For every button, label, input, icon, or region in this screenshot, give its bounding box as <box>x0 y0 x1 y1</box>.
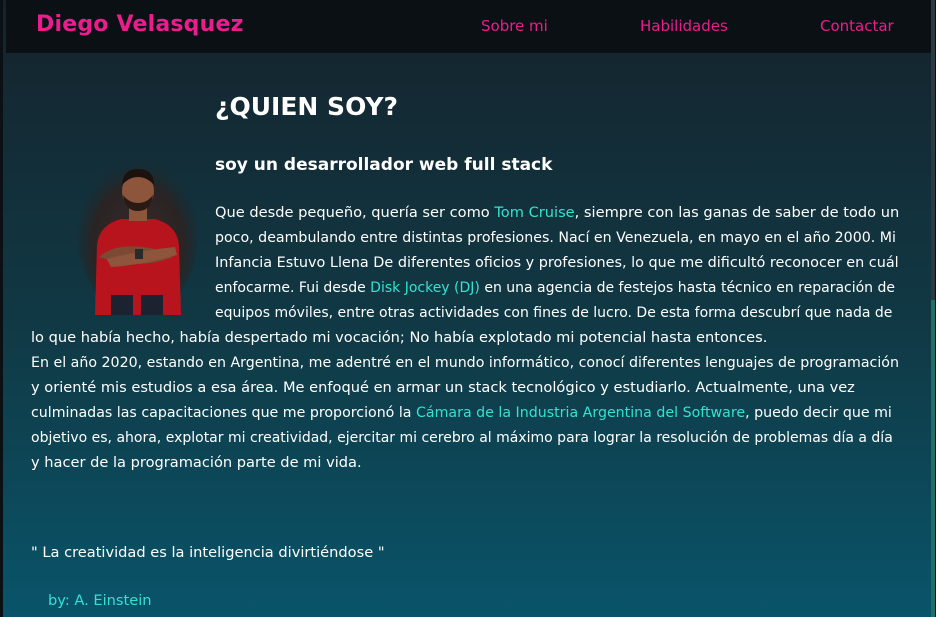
nav-link-sobre-mi[interactable]: Sobre mi <box>481 17 548 35</box>
nav-link-contactar[interactable]: Contactar <box>820 17 894 35</box>
text-segment: en una agencia de festejos hasta técnico… <box>479 280 896 296</box>
paragraph-2-line-5: y hacer de la programación parte de mi v… <box>31 454 362 471</box>
section-subtitle: soy un desarrollador web full stack <box>215 155 553 175</box>
paragraph-1-line-6: lo que había hecho, había despertado mi … <box>31 329 768 346</box>
paragraph-1-line-5: equipos móviles, entre otras actividades… <box>215 305 893 321</box>
quote-text: " La creatividad es la inteligencia divi… <box>31 544 385 561</box>
nav-link-habilidades[interactable]: Habilidades <box>640 17 728 35</box>
paragraph-2-line-2: y orienté mis estudios a esa área. Me en… <box>31 379 855 396</box>
link-tom-cruise[interactable]: Tom Cruise <box>494 204 574 221</box>
text-segment: Que desde pequeño, quería ser como <box>215 204 495 221</box>
paragraph-1-line-4: enfocarme. Fui desde Disk Jockey (DJ) en… <box>215 278 895 298</box>
section-title: ¿QUIEN SOY? <box>215 92 399 121</box>
profile-photo <box>78 159 198 315</box>
scrollbar-thumb[interactable] <box>931 300 935 617</box>
text-segment: enfocarme. Fui desde <box>215 280 371 296</box>
paragraph-1-line-3: Infancia Estuvo Llena De diferentes ofic… <box>215 255 899 271</box>
page: Diego Velasquez Sobre mi Habilidades Con… <box>0 0 935 617</box>
link-disk-jockey[interactable]: Disk Jockey (DJ) <box>370 280 480 296</box>
paragraph-1-line-2: poco, deambulando entre distintas profes… <box>215 230 896 246</box>
paragraph-2-line-4: objetivo es, ahora, explotar mi creativi… <box>31 430 893 446</box>
paragraph-2-line-3: culminadas las capacitaciones que me pro… <box>31 403 892 423</box>
top-navbar: Diego Velasquez Sobre mi Habilidades Con… <box>6 0 932 53</box>
paragraph-1-line-1: Que desde pequeño, quería ser como Tom C… <box>215 203 899 223</box>
link-camara-industria-software[interactable]: Cámara de la Industria Argentina del Sof… <box>416 405 745 421</box>
quote-author: by: A. Einstein <box>48 592 152 609</box>
brand-logo[interactable]: Diego Velasquez <box>36 12 244 37</box>
text-segment: culminadas las capacitaciones que me pro… <box>31 405 417 421</box>
paragraph-2-line-1: En el año 2020, estando en Argentina, me… <box>31 355 899 371</box>
text-segment: , siempre con las ganas de saber de todo… <box>574 204 900 221</box>
text-segment: , puedo decir que mi <box>745 405 892 421</box>
scrollbar[interactable] <box>931 0 935 617</box>
